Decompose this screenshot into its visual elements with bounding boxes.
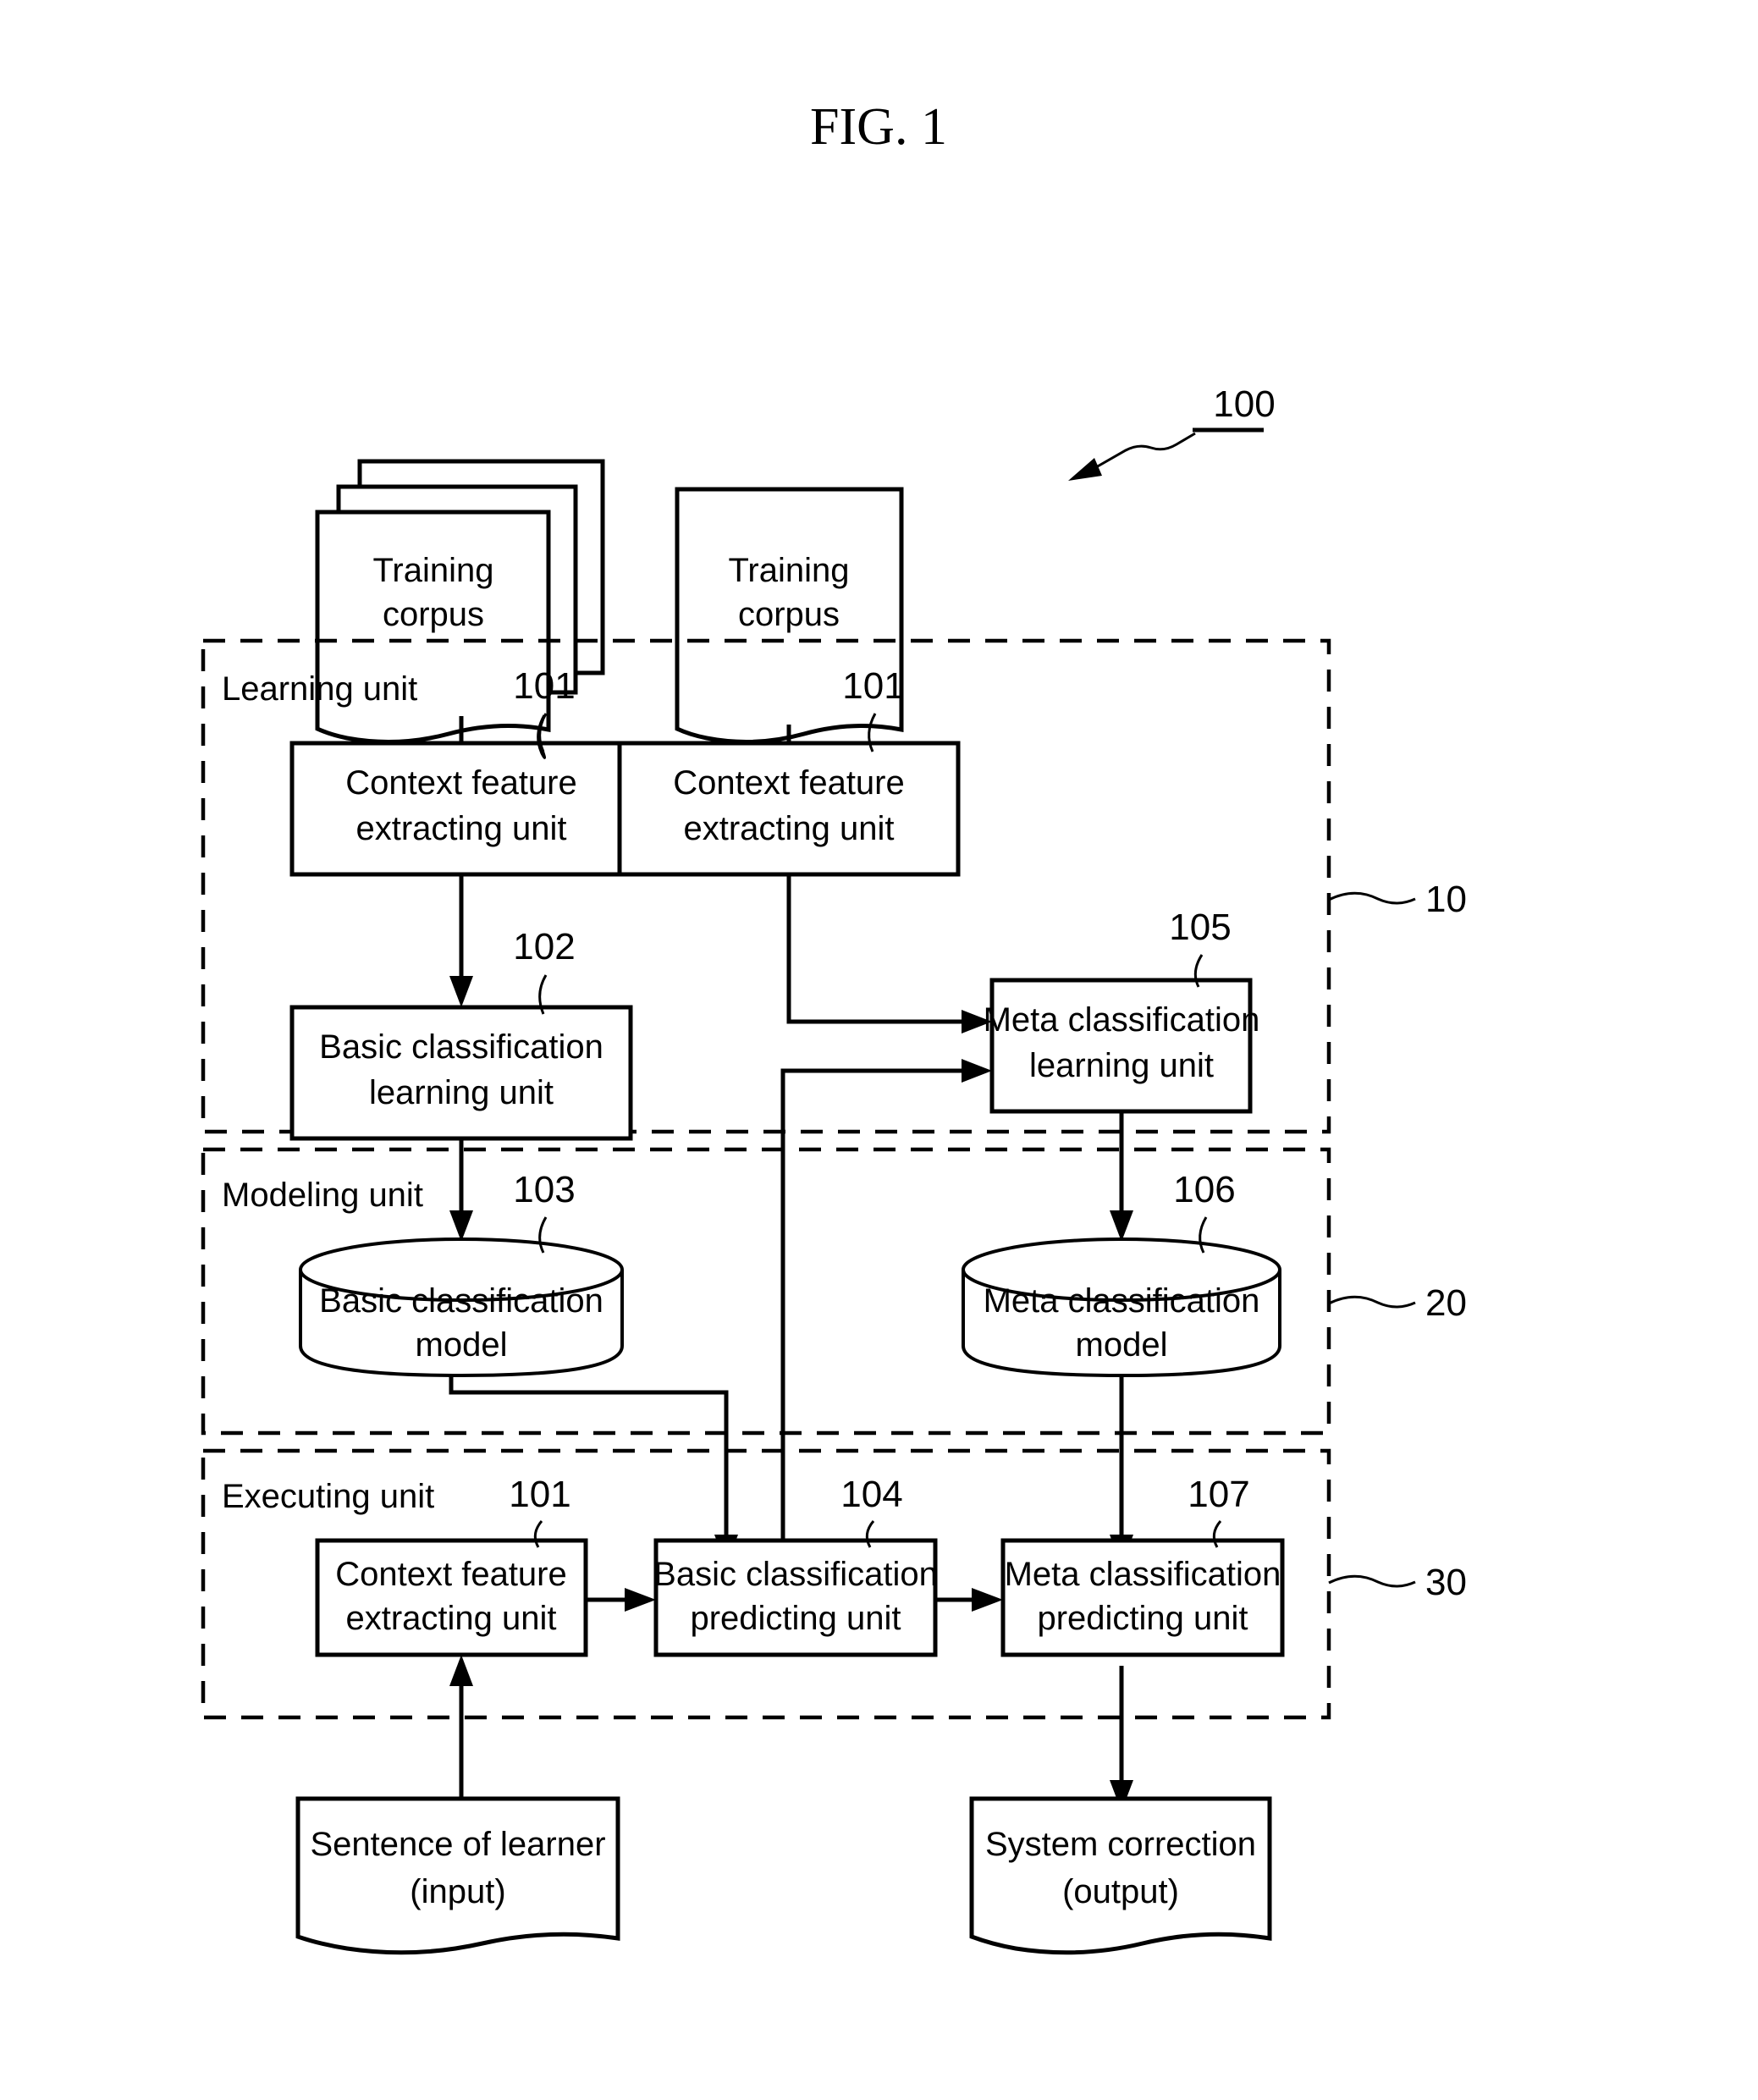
block-meta-classification-predicting-unit[interactable]: Meta classification predicting unit 107 — [1000, 1474, 1285, 1657]
block-meta-classification-learning-unit[interactable]: Meta classification learning unit 105 — [984, 907, 1260, 1114]
training-corpus-stack-line-2: corpus — [383, 596, 484, 633]
bcl-line-2: learning unit — [369, 1074, 554, 1111]
conn-5-arrowhead — [962, 1059, 992, 1083]
conn-3-arrowhead — [449, 976, 473, 1007]
bcm-line-1: Basic classification — [319, 1282, 603, 1320]
mcm-line-1: Meta classification — [984, 1282, 1260, 1320]
learning-unit-ref-number: 10 — [1425, 879, 1467, 920]
cfe-left-ref-number: 101 — [513, 665, 575, 707]
system-ref-arrowhead — [1068, 458, 1102, 481]
executing-unit-label: Executing unit — [222, 1478, 434, 1515]
system-correction-line-1: System correction — [985, 1826, 1256, 1863]
cfe-left-line-2: extracting unit — [355, 810, 566, 847]
mcp-line-1: Meta classification — [1005, 1556, 1281, 1593]
meta-classification-learning-unit-box[interactable] — [989, 978, 1253, 1114]
executing-unit-ref-leader — [1328, 1574, 1416, 1588]
executing-unit-ref-number: 30 — [1425, 1562, 1467, 1603]
block-basic-classification-predicting-unit[interactable]: Basic classification predicting unit 104 — [653, 1474, 938, 1657]
cfe-right-line-2: extracting unit — [683, 810, 894, 847]
basic-classification-learning-unit-box[interactable] — [289, 1005, 633, 1141]
training-corpus-single-line-1: Training — [728, 552, 849, 589]
bcp-line-2: predicting unit — [690, 1600, 901, 1637]
mcl-line-1: Meta classification — [984, 1001, 1260, 1039]
cfe-right-line-1: Context feature — [673, 764, 905, 802]
mcp-line-2: predicting unit — [1037, 1600, 1248, 1637]
context-feature-extracting-unit-left-box[interactable] — [289, 741, 633, 877]
bcp-line-1: Basic classification — [653, 1556, 938, 1593]
modeling-unit-ref-number: 20 — [1425, 1282, 1467, 1324]
cfe-exec-line-1: Context feature — [335, 1556, 567, 1593]
mcl-ref-number: 105 — [1169, 907, 1231, 948]
cfe-left-line-1: Context feature — [345, 764, 577, 802]
conn-8-path — [449, 1375, 729, 1536]
figure-root: FIG. 1 100 Training corpus Training corp… — [0, 0, 1758, 2100]
training-corpus-stack-line-1: Training — [372, 552, 493, 589]
patent-figure-diagram: FIG. 1 100 Training corpus Training corp… — [201, 98, 1467, 1955]
bcp-ref-number: 104 — [840, 1474, 902, 1515]
learning-unit-ref-leader — [1328, 891, 1416, 905]
mcl-line-2: learning unit — [1029, 1047, 1214, 1084]
cfe-exec-line-2: extracting unit — [345, 1600, 556, 1637]
sentence-of-learner-line-2: (input) — [410, 1873, 505, 1910]
modeling-unit-label: Modeling unit — [222, 1177, 423, 1214]
system-reference-100: 100 — [1068, 383, 1276, 481]
training-corpus-single-line-2: corpus — [738, 596, 840, 633]
sentence-of-learner-line-1: Sentence of learner — [310, 1826, 605, 1863]
terminal-system-correction: System correction (output) — [969, 1796, 1272, 1955]
conn-12-arrowhead — [972, 1588, 1003, 1612]
system-ref-number: 100 — [1213, 383, 1275, 425]
context-feature-extracting-unit-right-box[interactable] — [617, 741, 961, 877]
conn-10-arrowhead — [449, 1655, 473, 1686]
mcp-ref-number: 107 — [1188, 1474, 1249, 1515]
bcm-line-2: model — [416, 1326, 508, 1364]
modeling-unit-ref-leader — [1328, 1295, 1416, 1309]
bcl-line-1: Basic classification — [319, 1028, 603, 1066]
terminal-sentence-of-learner: Sentence of learner (input) — [295, 1796, 620, 1955]
bcm-ref-number: 103 — [513, 1169, 575, 1210]
system-correction-line-2: (output) — [1062, 1873, 1179, 1910]
cfe-exec-ref-number: 101 — [509, 1474, 570, 1515]
conn-7-arrowhead — [1110, 1210, 1133, 1242]
bcl-ref-number: 102 — [513, 926, 575, 967]
conn-11-arrowhead — [625, 1588, 656, 1612]
figure-title: FIG. 1 — [810, 98, 947, 156]
conn-4-path — [786, 872, 963, 1024]
learning-unit-label: Learning unit — [222, 670, 417, 708]
mcm-ref-number: 106 — [1173, 1169, 1235, 1210]
system-ref-leader-line — [1089, 432, 1196, 472]
conn-6-arrowhead — [449, 1210, 473, 1242]
cfe-right-ref-number: 101 — [842, 665, 904, 707]
mcm-line-2: model — [1076, 1326, 1168, 1364]
